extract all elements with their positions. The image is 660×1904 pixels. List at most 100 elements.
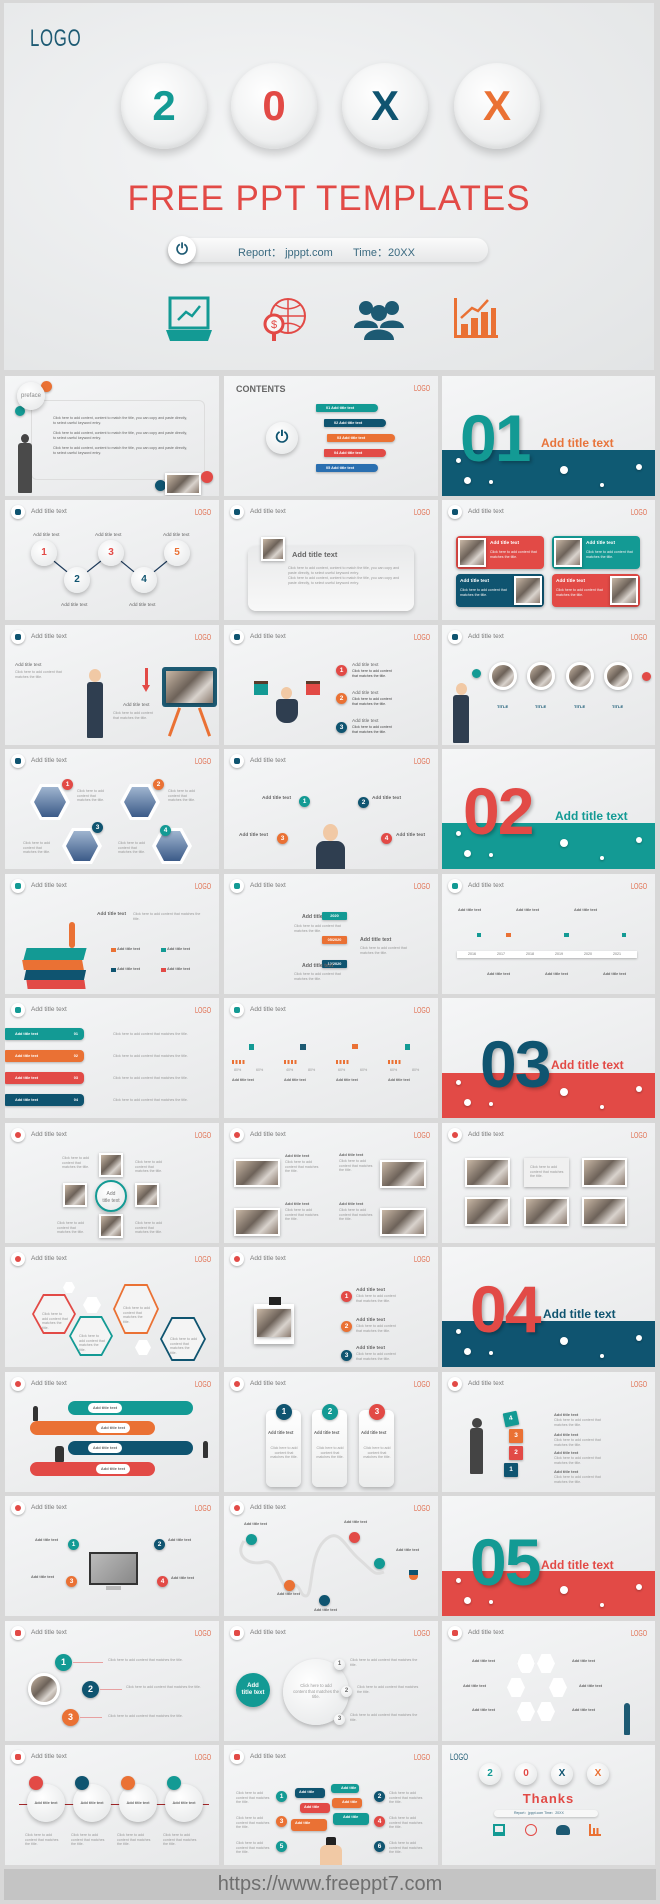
stats-slide[interactable]: Add title text LOGO 80% 60% 40% 80% 60% 60%… xyxy=(224,998,438,1118)
text-label: 3 xyxy=(334,1714,345,1725)
section-number: 04 xyxy=(470,1272,541,1346)
slide-title: Add title text xyxy=(250,882,286,889)
section-slide-03[interactable]: 03 Add title text xyxy=(442,998,655,1118)
decoration xyxy=(29,1776,43,1790)
hexagon-photos-slide[interactable]: Add title text LOGO 1 2 3 4 Click here t… xyxy=(5,749,219,869)
logo: LOGO xyxy=(194,633,211,642)
logo: LOGO xyxy=(413,1006,430,1015)
section-slide-01[interactable]: 01 Add title text xyxy=(442,376,655,496)
photo-cross-slide[interactable]: Add title text LOGO Add title text Click … xyxy=(5,1123,219,1243)
three-cards-slide[interactable]: Add title text LOGO Add title text Click … xyxy=(224,1372,438,1492)
step-circle: 1 xyxy=(31,540,57,566)
decoration xyxy=(66,831,98,861)
text-label: Add title text xyxy=(117,947,140,951)
hexagons-slide[interactable]: Add title text LOGO Click here to add co… xyxy=(5,1247,219,1367)
presenter-slide[interactable]: Add title text LOGO Add title text Click… xyxy=(5,625,219,745)
businessman xyxy=(276,699,298,723)
contents-item[interactable]: 01 Add title text xyxy=(316,404,378,412)
text-label: Add title text xyxy=(302,963,334,969)
text-label: Add title text xyxy=(15,1032,38,1036)
preface-slide[interactable]: preface Click here to add content, conte… xyxy=(5,376,219,496)
contents-item[interactable]: 03 Add title text xyxy=(327,434,395,442)
text-label: Add title text xyxy=(244,1522,267,1526)
website-url[interactable]: https://www.freeppt7.com xyxy=(4,1869,656,1900)
blocks-slide[interactable]: Add title text LOGO 4 3 2 1 Add title te… xyxy=(442,1372,655,1492)
number-badge: 3 xyxy=(92,822,103,833)
text-label: Add title text xyxy=(15,1076,38,1080)
photo-circles-slide[interactable]: Add title text LOGO TITLE TITLE TITLE TI… xyxy=(442,625,655,745)
balance-slide[interactable]: Add title text LOGO 1 2 3 Add title text… xyxy=(224,625,438,745)
text-label: Add title text xyxy=(268,1430,294,1435)
timeline-slide[interactable]: Add title text LOGO 2016 2017 2018 2019 2020… xyxy=(442,874,655,994)
text-label: Add title text xyxy=(96,1423,130,1433)
path-slide[interactable]: Add title text LOGO Add title text Add ti… xyxy=(224,1496,438,1616)
decoration xyxy=(405,1044,410,1050)
decoration xyxy=(161,948,166,952)
section-slide-04[interactable]: 04 Add title text xyxy=(442,1247,655,1367)
text-label: 5 xyxy=(276,1841,287,1852)
text-label: Click here to add content that matches t… xyxy=(356,1294,396,1303)
phone-slide[interactable]: Add title text LOGO Add title Add title … xyxy=(224,1745,438,1865)
dates-slide[interactable]: Add title text LOGO Add title text Click … xyxy=(224,874,438,994)
text-label: Click here to add content that matches t… xyxy=(316,1446,344,1460)
decoration xyxy=(319,1595,330,1606)
steps-slide[interactable]: Add title text LOGO 1 2 3 4 5 Add title … xyxy=(5,500,219,620)
contents-item[interactable]: 02 Add title text xyxy=(324,419,386,427)
text-label: Add title text xyxy=(31,1575,54,1579)
clip-photo-slide[interactable]: Add title text LOGO 1 2 3 Add title text… xyxy=(224,1247,438,1367)
decoration xyxy=(234,883,240,889)
preface-body: Click here to add content, content to ma… xyxy=(53,416,187,425)
big-circle-slide[interactable]: Add title text LOGO Click here to add co… xyxy=(224,1621,438,1741)
team-icon xyxy=(230,754,244,768)
team-icon xyxy=(448,630,462,644)
tab-02[interactable]: Add title text 02 xyxy=(5,1050,84,1062)
cards-slide[interactable]: Add title text LOGO Add title text Click … xyxy=(442,500,655,620)
slide-title: Add title text xyxy=(31,1753,67,1760)
laptop-chart-icon xyxy=(166,296,212,341)
decoration xyxy=(135,1340,151,1355)
decoration xyxy=(452,1132,458,1138)
decoration xyxy=(124,787,156,817)
tab-03[interactable]: Add title text 03 xyxy=(5,1072,84,1084)
decoration xyxy=(152,828,192,864)
number-badge: 2 xyxy=(153,779,164,790)
text-label: Click here to add content that matches t… xyxy=(356,1324,396,1333)
tabs-slide[interactable]: Add title text LOGO Add title text 01 Add… xyxy=(5,998,219,1118)
logo: LOGO xyxy=(413,1629,430,1638)
tab-01[interactable]: Add title text 01 xyxy=(5,1028,84,1040)
decoration xyxy=(464,1597,471,1604)
logo: LOGO xyxy=(194,757,211,766)
calendar-icon xyxy=(448,1626,462,1640)
box-title: Add title text xyxy=(292,550,338,559)
contents-item[interactable]: 05 Add title text xyxy=(316,464,378,472)
slide-title: Add title text xyxy=(31,1629,67,1636)
power-icon: ⏻ xyxy=(168,236,196,264)
text-label: 2019 xyxy=(555,952,563,956)
text-label: 2 xyxy=(509,1446,523,1460)
section-slide-02[interactable]: 02 Add title text xyxy=(442,749,655,869)
decoration xyxy=(15,1256,21,1262)
photo-text-slide[interactable]: Add title text LOGO Add title text Click … xyxy=(224,1123,438,1243)
contents-item[interactable]: 04 Add title text xyxy=(324,449,386,457)
photo xyxy=(63,1183,87,1207)
label: Add title text xyxy=(352,663,379,668)
books-slide[interactable]: Add title text LOGO Add title text Click… xyxy=(5,874,219,994)
tab-04[interactable]: Add title text 04 xyxy=(5,1094,84,1106)
pills-slide[interactable]: Add title text LOGO Add title text Add t… xyxy=(5,1372,219,1492)
hex-ring-slide[interactable]: Add title text LOGO Add title text Add ti… xyxy=(442,1621,655,1741)
text-label: Click here to add content that matches t… xyxy=(170,1337,197,1355)
numbered-circles-slide[interactable]: Add title text LOGO 1 2 3 Click here to … xyxy=(5,1621,219,1741)
search-icon xyxy=(230,1377,244,1391)
four-circles-slide[interactable]: Add title text LOGO Add title text Add t… xyxy=(5,1745,219,1865)
ideas-slide[interactable]: Add title text LOGO 1 2 3 4 Add title te… xyxy=(224,749,438,869)
photo-grid-slide[interactable]: Add title text LOGO Click here to add co… xyxy=(442,1123,655,1243)
thanks-slide[interactable]: LOGO 2 0 X X Thanks Report：jpppt.com Tim… xyxy=(442,1745,655,1865)
section-title: Add title text xyxy=(541,1558,614,1572)
cover-slide[interactable]: LOGO 2 0 X X FREE PPT TEMPLATES ⏻ Report… xyxy=(4,3,654,370)
text-box-slide[interactable]: Add title text LOGO Add title text Click… xyxy=(224,500,438,620)
monitor-slide[interactable]: Add title text LOGO 1 2 3 4 Add title text… xyxy=(5,1496,219,1616)
body: Click here to add content that matches t… xyxy=(77,789,105,803)
section-slide-05[interactable]: 05 Add title text xyxy=(442,1496,655,1616)
text-label: Add title text xyxy=(554,1469,579,1474)
contents-slide[interactable]: CONTENTS LOGO ⏻ 01 Add title text 02 Add… xyxy=(224,376,438,496)
